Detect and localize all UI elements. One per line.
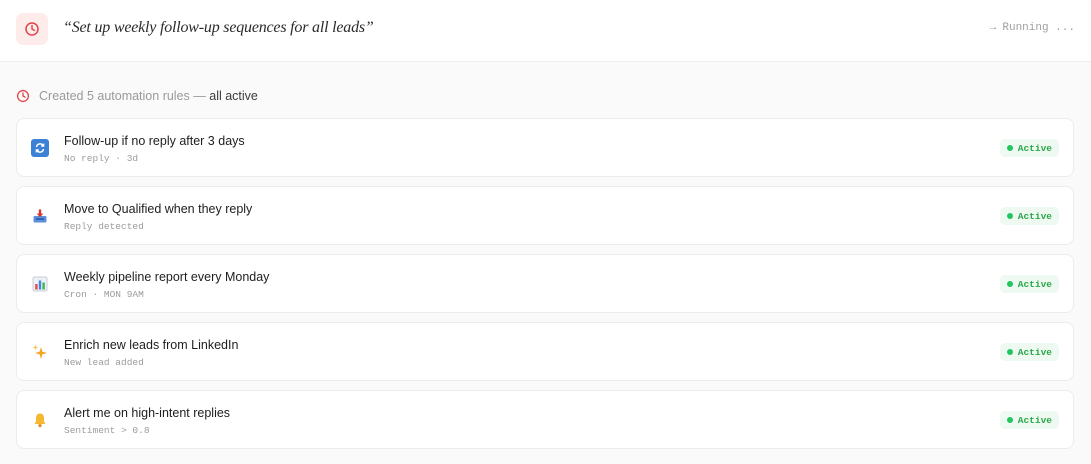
- rule-trigger: Cron · MON 9AM: [64, 289, 144, 300]
- status-badge: Active: [999, 411, 1059, 429]
- status-badge-label: Active: [1017, 346, 1052, 358]
- status-badge: Active: [999, 343, 1059, 361]
- bell-icon: [31, 411, 49, 429]
- rule-title: Move to Qualified when they reply: [64, 202, 253, 216]
- clock-icon: [16, 89, 30, 103]
- status-badge-label: Active: [1017, 142, 1052, 154]
- inbox-tray-icon: [31, 207, 49, 225]
- status-badge: Active: [999, 207, 1059, 225]
- arrow-right-icon: →: [989, 22, 997, 34]
- result-summary: Created 5 automation rules — all active: [16, 89, 258, 103]
- rule-title: Weekly pipeline report every Monday: [64, 270, 270, 284]
- rule-title: Alert me on high-intent replies: [64, 406, 231, 420]
- status-badge: Active: [999, 275, 1059, 293]
- automation-rule[interactable]: Move to Qualified when they reply Reply …: [16, 186, 1074, 245]
- run-status-text: Running ...: [1002, 22, 1075, 34]
- automation-rule[interactable]: Follow-up if no reply after 3 days No re…: [16, 118, 1074, 177]
- automation-rule-list: Follow-up if no reply after 3 days No re…: [16, 118, 1074, 458]
- rule-trigger: Reply detected: [64, 221, 144, 232]
- automation-rule[interactable]: Weekly pipeline report every Monday Cron…: [16, 254, 1074, 313]
- status-badge-label: Active: [1017, 278, 1052, 290]
- status-badge-label: Active: [1017, 414, 1052, 426]
- status-dot-icon: [1006, 145, 1013, 151]
- status-dot-icon: [1006, 349, 1013, 355]
- status-badge-label: Active: [1017, 210, 1052, 222]
- summary-text: Created 5 automation rules —: [39, 89, 206, 103]
- rule-title: Enrich new leads from LinkedIn: [64, 338, 239, 352]
- automation-rule[interactable]: Alert me on high-intent replies Sentimen…: [16, 390, 1074, 449]
- automation-rule[interactable]: Enrich new leads from LinkedIn New lead …: [16, 322, 1074, 381]
- status-dot-icon: [1006, 417, 1013, 423]
- clock-icon: [16, 13, 48, 45]
- summary-highlight: all active: [209, 89, 258, 103]
- status-dot-icon: [1006, 213, 1013, 219]
- run-status: → Running ...: [990, 22, 1075, 34]
- sparkles-icon: [31, 343, 49, 361]
- rule-trigger: No reply · 3d: [64, 153, 139, 164]
- status-dot-icon: [1006, 281, 1013, 287]
- bar-chart-icon: [31, 275, 49, 293]
- task-header: “Set up weekly follow-up sequences for a…: [0, 0, 1091, 62]
- refresh-arrows-icon: [31, 139, 49, 157]
- task-prompt: “Set up weekly follow-up sequences for a…: [63, 19, 374, 36]
- rule-trigger: Sentiment > 0.8: [64, 425, 150, 436]
- rule-title: Follow-up if no reply after 3 days: [64, 134, 245, 148]
- rule-trigger: New lead added: [64, 357, 144, 368]
- status-badge: Active: [999, 139, 1059, 157]
